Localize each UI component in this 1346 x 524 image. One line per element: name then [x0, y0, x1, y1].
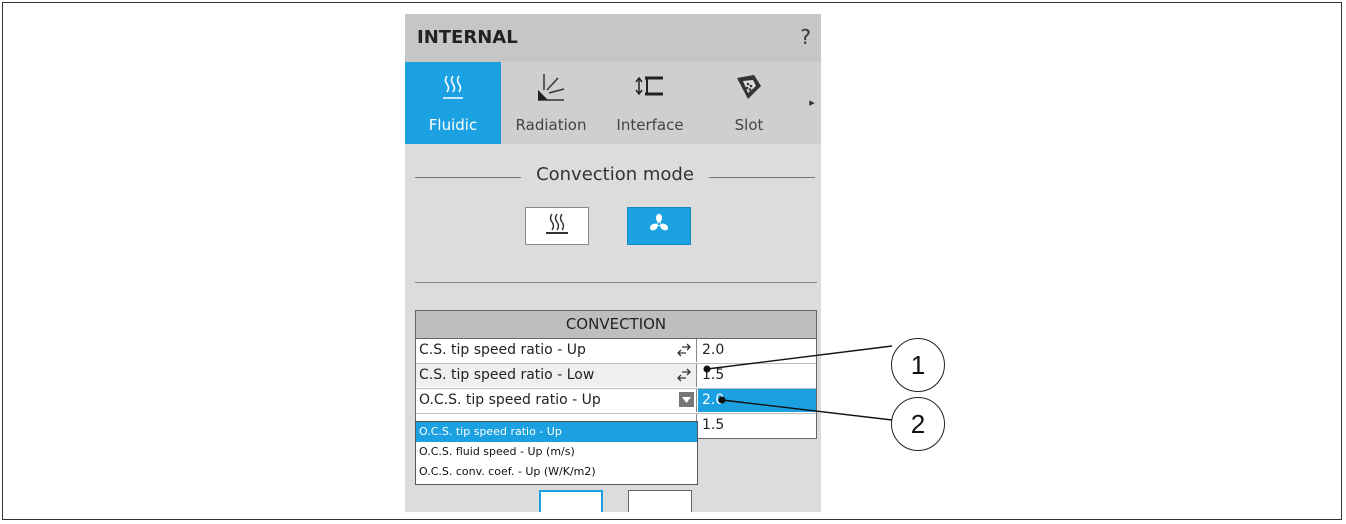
dropdown-option[interactable]: O.C.S. conv. coef. - Up (W/K/m2) [416, 462, 697, 482]
row-name-select[interactable]: O.C.S. tip speed ratio - Up [416, 389, 697, 412]
callout-2: 2 [891, 397, 945, 451]
slot-icon [701, 72, 797, 102]
row-value-input[interactable]: 1.5 [698, 364, 816, 387]
convection-mode-section: Convection mode [415, 164, 815, 188]
tab-label: Slot [734, 116, 764, 134]
natural-convection-icon [543, 212, 571, 240]
fan-icon [647, 212, 671, 240]
swap-icon[interactable] [676, 342, 692, 365]
validate-button[interactable] [539, 490, 603, 512]
reset-button[interactable] [628, 490, 692, 512]
row-value-input[interactable]: 1.5 [698, 414, 816, 437]
heat-waves-icon [405, 72, 501, 102]
tab-interface[interactable]: Interface [601, 62, 699, 144]
tab-bar: Fluidic Radiation Interface Slot ▸ [405, 62, 821, 144]
section-divider [415, 282, 817, 283]
tab-slot[interactable]: Slot [701, 62, 797, 144]
convection-table: CONVECTION C.S. tip speed ratio - Up 2.0… [415, 310, 817, 439]
table-row: C.S. tip speed ratio - Up 2.0 [416, 339, 816, 364]
row-label: C.S. tip speed ratio - Low [419, 367, 595, 383]
tab-label: Fluidic [428, 116, 478, 134]
tab-radiation[interactable]: Radiation [503, 62, 599, 144]
dropdown-option[interactable]: O.C.S. tip speed ratio - Up [416, 422, 697, 442]
tab-scroll-right-arrow[interactable]: ▸ [805, 96, 819, 109]
dropdown-arrow-icon[interactable] [679, 392, 694, 407]
row-name-cell: C.S. tip speed ratio - Low [416, 364, 697, 387]
row-value-input[interactable]: 2.0 [698, 389, 816, 412]
row-name-cell: C.S. tip speed ratio - Up [416, 339, 697, 362]
table-row: C.S. tip speed ratio - Low 1.5 [416, 364, 816, 389]
row-select-value: O.C.S. tip speed ratio - Up [419, 392, 601, 408]
tab-label: Radiation [515, 116, 587, 134]
swap-icon[interactable] [676, 367, 692, 390]
convection-mode-label: Convection mode [534, 164, 696, 185]
table-row: O.C.S. tip speed ratio - Up 2.0 [416, 389, 816, 414]
interface-icon [601, 72, 699, 102]
row-value-input[interactable]: 2.0 [698, 339, 816, 362]
parameter-dropdown-list: O.C.S. tip speed ratio - Up O.C.S. fluid… [415, 421, 698, 485]
tab-label: Interface [616, 116, 684, 134]
tab-fluidic[interactable]: Fluidic [405, 62, 501, 144]
callout-1: 1 [891, 338, 945, 392]
radiation-icon [503, 72, 599, 102]
help-button[interactable]: ? [800, 25, 811, 49]
natural-convection-button[interactable] [525, 207, 589, 245]
panel-title: INTERNAL [417, 27, 518, 48]
forced-convection-button[interactable] [627, 207, 691, 245]
panel-header: INTERNAL ? [405, 14, 821, 62]
row-label: C.S. tip speed ratio - Up [419, 342, 586, 358]
dropdown-option[interactable]: O.C.S. fluid speed - Up (m/s) [416, 442, 697, 462]
convection-table-header: CONVECTION [416, 311, 816, 339]
